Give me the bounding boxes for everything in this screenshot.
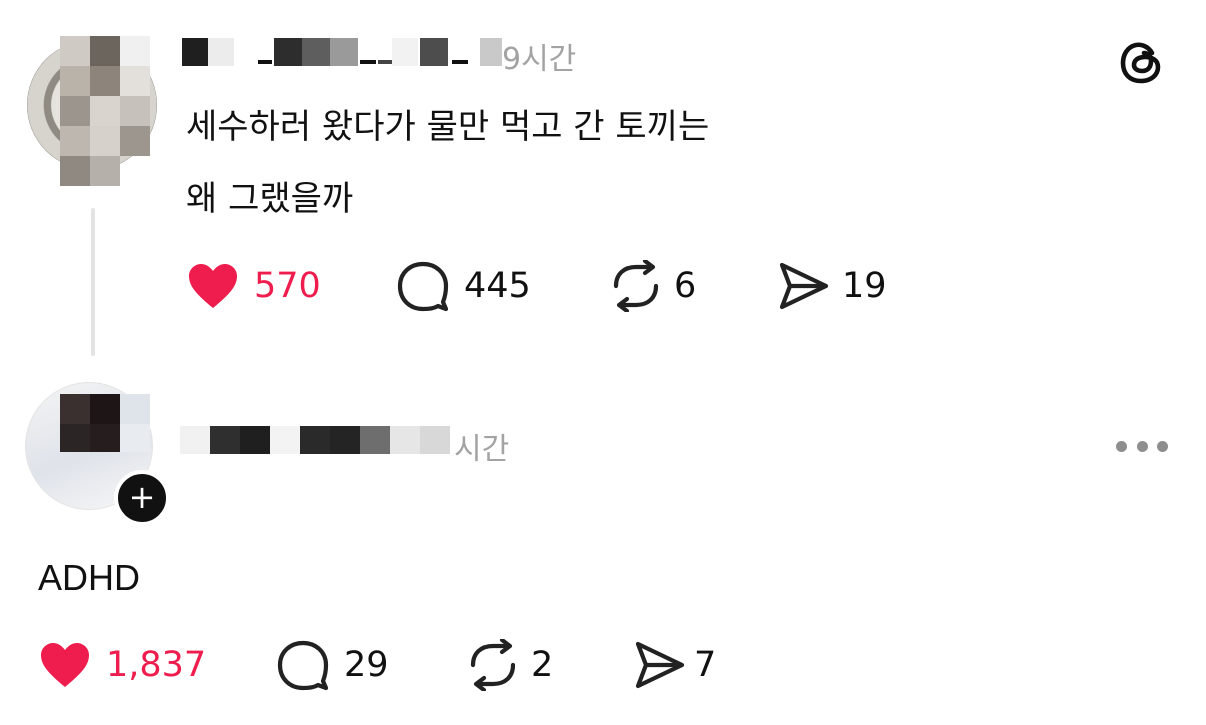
post-timestamp: 9시간 [502, 42, 577, 77]
comment-button[interactable]: 445 [396, 261, 531, 312]
post-text-line-2: 왜 그랬을까 [186, 179, 354, 219]
heart-icon [189, 264, 237, 308]
like-button[interactable]: 1,837 [38, 640, 206, 690]
share-count: 7 [694, 645, 717, 685]
share-button[interactable]: 7 [632, 640, 716, 690]
repost-icon [613, 260, 659, 312]
comment-button[interactable]: 29 [276, 640, 389, 691]
heart-icon [41, 643, 89, 687]
reply-text: ADHD [38, 557, 141, 598]
reply-author-name-obscured[interactable] [180, 424, 455, 458]
follow-button[interactable]: + [114, 470, 170, 526]
repost-count: 6 [674, 266, 697, 306]
like-count: 1,837 [106, 645, 207, 685]
author-name-obscured[interactable] [180, 36, 510, 72]
comment-count: 445 [464, 266, 531, 306]
like-button[interactable]: 570 [186, 261, 321, 311]
share-icon [779, 262, 829, 310]
more-options-button[interactable] [1116, 438, 1168, 454]
comment-count: 29 [344, 645, 389, 685]
like-count: 570 [254, 266, 321, 306]
more-icon [1116, 440, 1127, 452]
repost-button[interactable]: 2 [465, 639, 554, 691]
share-button[interactable]: 19 [776, 261, 887, 311]
comment-icon [397, 261, 449, 312]
repost-button[interactable]: 6 [608, 260, 697, 312]
reply-timestamp: 시간 [454, 432, 510, 467]
plus-icon: + [128, 478, 156, 516]
avatar-mosaic [60, 36, 150, 186]
avatar-mosaic [60, 394, 150, 464]
repost-count: 2 [531, 645, 554, 685]
repost-icon [470, 639, 516, 691]
comment-icon [277, 640, 329, 691]
thread-line [91, 208, 95, 356]
share-count: 19 [842, 266, 887, 306]
share-icon [635, 641, 685, 689]
threads-logo-icon[interactable] [1117, 38, 1167, 88]
post-text-line-1: 세수하러 왔다가 물만 먹고 간 토끼는 [186, 107, 710, 147]
